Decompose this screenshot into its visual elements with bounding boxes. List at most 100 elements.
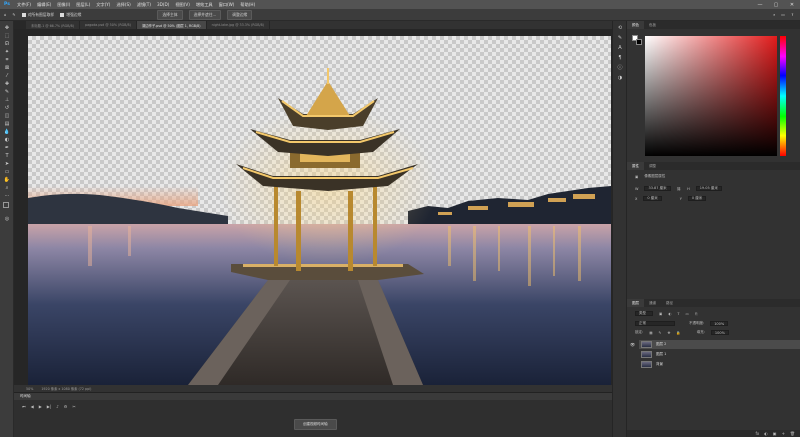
refine-edge-button[interactable]: 调整边缘	[227, 9, 253, 20]
close-icon[interactable]: ✕	[784, 2, 800, 8]
path-select-tool-icon[interactable]: ➤	[2, 160, 12, 167]
fill-field[interactable]: 100%	[710, 330, 729, 335]
sample-all-layers-checkbox[interactable]: 对所有图层取样	[21, 12, 54, 18]
lock-transparency-icon[interactable]: ▦	[649, 331, 652, 335]
rectangle-tool-icon[interactable]: ▭	[2, 168, 12, 175]
maximize-icon[interactable]: ▢	[768, 2, 784, 8]
blend-mode-select[interactable]: 正常	[635, 321, 675, 326]
width-field[interactable]: 33.87 厘米	[644, 186, 671, 191]
home-icon[interactable]: ⌂	[4, 12, 6, 17]
paragraph-icon[interactable]: ¶	[616, 55, 624, 62]
menu-view[interactable]: 视图(V)	[172, 2, 193, 8]
marquee-tool-icon[interactable]: ⬚	[2, 32, 12, 39]
lock-all-icon[interactable]: 🔒	[676, 331, 680, 335]
create-video-timeline-button[interactable]: 创建视频时间轴	[294, 419, 337, 430]
hue-slider[interactable]	[780, 36, 786, 156]
eyedropper-tool-icon[interactable]: ⁄	[2, 72, 12, 79]
filter-adjust-icon[interactable]: ◐	[668, 312, 671, 316]
more-tools-icon[interactable]: ⋯	[2, 192, 12, 199]
crop-tool-icon[interactable]: ⌗	[2, 56, 12, 63]
search-icon[interactable]: ⌕	[773, 12, 775, 17]
y-field[interactable]: 0 厘米	[687, 196, 707, 201]
link-icon[interactable]: ⛓	[677, 187, 681, 191]
lasso-tool-icon[interactable]: ᘏ	[2, 40, 12, 47]
menu-3d[interactable]: 3D(D)	[154, 2, 172, 7]
adjustments-icon[interactable]: ◑	[616, 75, 624, 82]
minimize-icon[interactable]: —	[752, 2, 768, 8]
first-frame-icon[interactable]: ⏮	[22, 404, 26, 409]
enhance-edge-checkbox[interactable]: 增强边缘	[60, 12, 81, 18]
hand-tool-icon[interactable]: ✋	[2, 176, 12, 183]
document-tab[interactable]: pagoda.psd @ 50% (RGB/8)	[80, 21, 137, 29]
tab-channels[interactable]: 通道	[644, 299, 661, 307]
color-field[interactable]	[645, 36, 777, 156]
select-and-mask-button[interactable]: 选择并遮住...	[188, 9, 222, 20]
filter-smart-icon[interactable]: ⎘	[695, 312, 698, 316]
visibility-eye-icon[interactable]: 👁	[630, 342, 635, 347]
settings-icon[interactable]: ⚙	[64, 404, 68, 409]
adjustment-layer-icon[interactable]: ◐	[764, 431, 768, 436]
next-frame-icon[interactable]: ▶|	[47, 404, 51, 409]
layer-row[interactable]: 图层 2	[639, 340, 800, 349]
brush-settings-icon[interactable]: ✎	[616, 35, 624, 42]
menu-type[interactable]: 文字(Y)	[93, 2, 113, 8]
split-icon[interactable]: ✂	[72, 404, 75, 409]
tab-paths[interactable]: 路径	[661, 299, 678, 307]
foreground-color-swatch[interactable]	[3, 202, 9, 208]
tab-color[interactable]: 颜色	[627, 21, 644, 29]
healing-brush-tool-icon[interactable]: ✚	[2, 80, 12, 87]
select-subject-button[interactable]: 选择主体	[157, 9, 183, 20]
menu-select[interactable]: 选择(S)	[113, 2, 133, 8]
layer-row[interactable]: 背景	[639, 360, 800, 369]
background-color-chip[interactable]	[636, 39, 642, 45]
filter-type-icon[interactable]: T	[677, 312, 679, 316]
clone-stamp-tool-icon[interactable]: ⊥	[2, 96, 12, 103]
character-icon[interactable]: A	[616, 45, 624, 52]
move-tool-icon[interactable]: ✥	[2, 24, 12, 31]
filter-pixel-icon[interactable]: ▣	[659, 312, 662, 316]
add-style-icon[interactable]: fx	[756, 431, 760, 436]
menu-filter[interactable]: 滤镜(T)	[134, 2, 154, 8]
type-tool-icon[interactable]: T	[2, 152, 12, 159]
menu-help[interactable]: 帮助(H)	[237, 2, 258, 8]
zoom-tool-icon[interactable]: ⌕	[2, 184, 12, 191]
menu-plugins[interactable]: 增效工具	[193, 2, 216, 8]
document-tab[interactable]: night-lake.jpg @ 33.3% (RGB/8)	[207, 21, 270, 29]
tab-layers[interactable]: 图层	[627, 299, 644, 307]
lock-pixels-icon[interactable]: ✎	[659, 331, 662, 335]
audio-icon[interactable]: ♪	[56, 404, 59, 409]
new-layer-icon[interactable]: +	[782, 431, 785, 436]
document-canvas[interactable]	[28, 36, 611, 385]
brush-tool-icon[interactable]: ✎	[12, 12, 15, 17]
opacity-field[interactable]: 100%	[710, 321, 729, 326]
layer-kind-select[interactable]: 类型	[635, 311, 653, 316]
quick-select-tool-icon[interactable]: ✦	[2, 48, 12, 55]
dodge-tool-icon[interactable]: ◐	[2, 136, 12, 143]
frame-tool-icon[interactable]: ⊠	[2, 64, 12, 71]
group-icon[interactable]: ▣	[773, 431, 777, 436]
lock-position-icon[interactable]: ✥	[667, 331, 670, 335]
tab-properties[interactable]: 属性	[627, 162, 644, 170]
menu-edit[interactable]: 编辑(E)	[34, 2, 54, 8]
pen-tool-icon[interactable]: ✒	[2, 144, 12, 151]
share-icon[interactable]: ⇪	[791, 12, 794, 17]
menu-window[interactable]: 窗口(W)	[216, 2, 238, 8]
height-field[interactable]: 19.05 厘米	[695, 186, 722, 191]
blur-tool-icon[interactable]: 💧	[2, 128, 12, 135]
document-tab-active[interactable]: 湖边亭子.psd @ 50% (图层 1, RGB/8)	[136, 21, 207, 29]
document-tab[interactable]: 未标题-1 @ 66.7% (RGB/8)	[26, 21, 80, 29]
history-icon[interactable]: ⟲	[616, 25, 624, 32]
workspace-icon[interactable]: ▭	[781, 12, 785, 17]
menu-image[interactable]: 图像(I)	[54, 2, 73, 8]
x-field[interactable]: 0 厘米	[643, 196, 662, 201]
delete-layer-icon[interactable]: 🗑	[790, 431, 795, 436]
menu-file[interactable]: 文件(F)	[14, 2, 34, 8]
tab-adjustments[interactable]: 调整	[644, 162, 661, 170]
zoom-level[interactable]: 50%	[26, 387, 33, 391]
info-icon[interactable]: ⓘ	[616, 65, 624, 72]
layer-row[interactable]: 图层 1	[639, 350, 800, 359]
brush-tool-icon[interactable]: ✎	[2, 88, 12, 95]
tab-swatches[interactable]: 色板	[644, 21, 661, 29]
previous-frame-icon[interactable]: ◀	[31, 404, 34, 409]
menu-layer[interactable]: 图层(L)	[73, 2, 93, 8]
